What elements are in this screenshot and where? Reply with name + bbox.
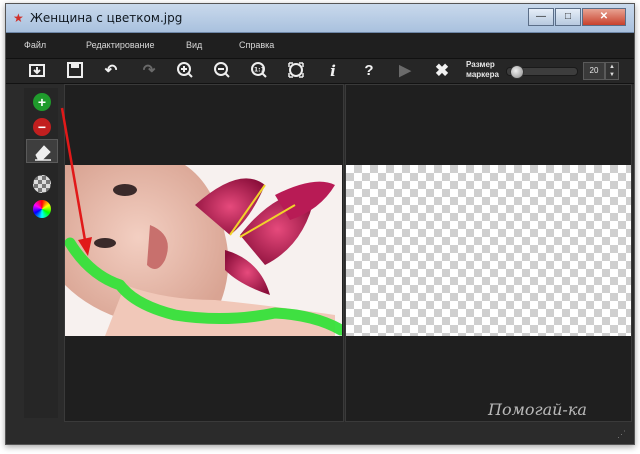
annotation-arrow [60, 107, 92, 256]
resize-grip-icon[interactable]: ⋰ [617, 429, 626, 440]
watermark: Помогай-ка [488, 400, 587, 419]
app-window: ★ Женщина с цветком.jpg — □ ✕ Файл Редак… [5, 3, 635, 445]
